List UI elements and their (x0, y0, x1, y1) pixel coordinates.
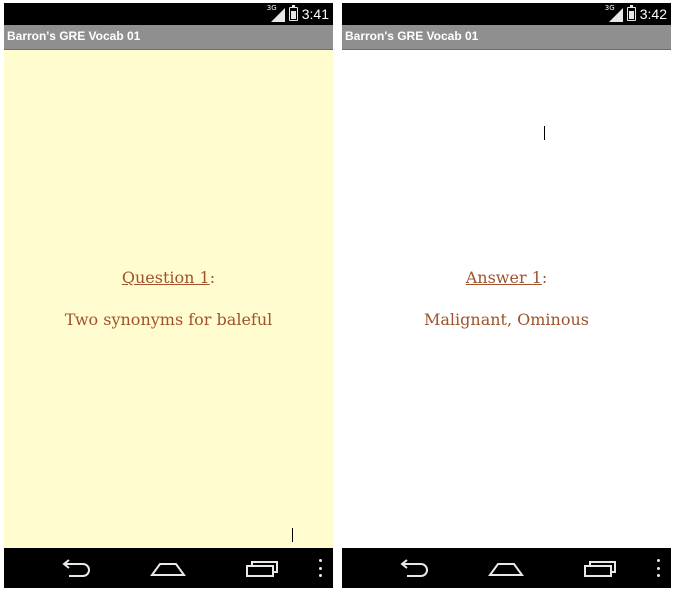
card-heading-word: Answer 1 (465, 268, 542, 287)
recents-icon (246, 561, 278, 577)
signal-icon: 3G (266, 4, 285, 22)
back-button[interactable] (56, 556, 96, 580)
battery-icon (626, 5, 636, 21)
status-bar: 3G 3:42 (342, 3, 671, 25)
back-icon (62, 559, 90, 577)
network-type-label: 3G (266, 4, 277, 12)
phone-screen-answer: 3G 3:42 Barron's GRE Vocab 01 Answer 1: … (342, 3, 671, 588)
app-title-bar: Barron's GRE Vocab 01 (4, 25, 333, 50)
card-heading: Question 1: (4, 268, 333, 287)
back-button[interactable] (394, 556, 434, 580)
card-text: Malignant, Ominous (423, 310, 589, 329)
navigation-bar (4, 548, 333, 588)
battery-icon (288, 5, 298, 21)
recents-button[interactable] (580, 556, 620, 580)
status-bar: 3G 3:41 (4, 3, 333, 25)
status-time: 3:41 (301, 6, 329, 22)
network-type-label: 3G (604, 4, 615, 12)
home-icon (488, 563, 524, 576)
card-heading-word: Question 1 (121, 268, 210, 287)
phone-screen-question: 3G 3:41 Barron's GRE Vocab 01 Question 1… (4, 3, 333, 588)
navigation-bar (342, 548, 671, 588)
card-heading: Answer 1: (342, 268, 671, 287)
app-title-bar: Barron's GRE Vocab 01 (342, 25, 671, 50)
status-icons: 3G 3:41 (266, 4, 329, 23)
text-cursor (544, 126, 545, 140)
signal-icon: 3G (604, 4, 623, 22)
status-icons: 3G 3:42 (604, 4, 667, 23)
app-title: Barron's GRE Vocab 01 (7, 29, 141, 43)
card-text: Two synonyms for baleful (64, 310, 273, 329)
status-time: 3:42 (639, 6, 667, 22)
back-icon (400, 559, 428, 577)
overflow-menu-icon[interactable] (319, 559, 323, 577)
flashcard[interactable]: Question 1: Two synonyms for baleful (4, 50, 333, 548)
card-heading-suffix: : (541, 268, 548, 287)
card-heading-suffix: : (209, 268, 216, 287)
home-icon (150, 563, 186, 576)
recents-button[interactable] (242, 556, 282, 580)
flashcard[interactable]: Answer 1: Malignant, Ominous (342, 50, 671, 548)
recents-icon (584, 561, 616, 577)
overflow-menu-icon[interactable] (657, 559, 661, 577)
home-button[interactable] (148, 556, 188, 580)
home-button[interactable] (486, 556, 526, 580)
app-title: Barron's GRE Vocab 01 (345, 29, 479, 43)
text-cursor (292, 528, 293, 542)
